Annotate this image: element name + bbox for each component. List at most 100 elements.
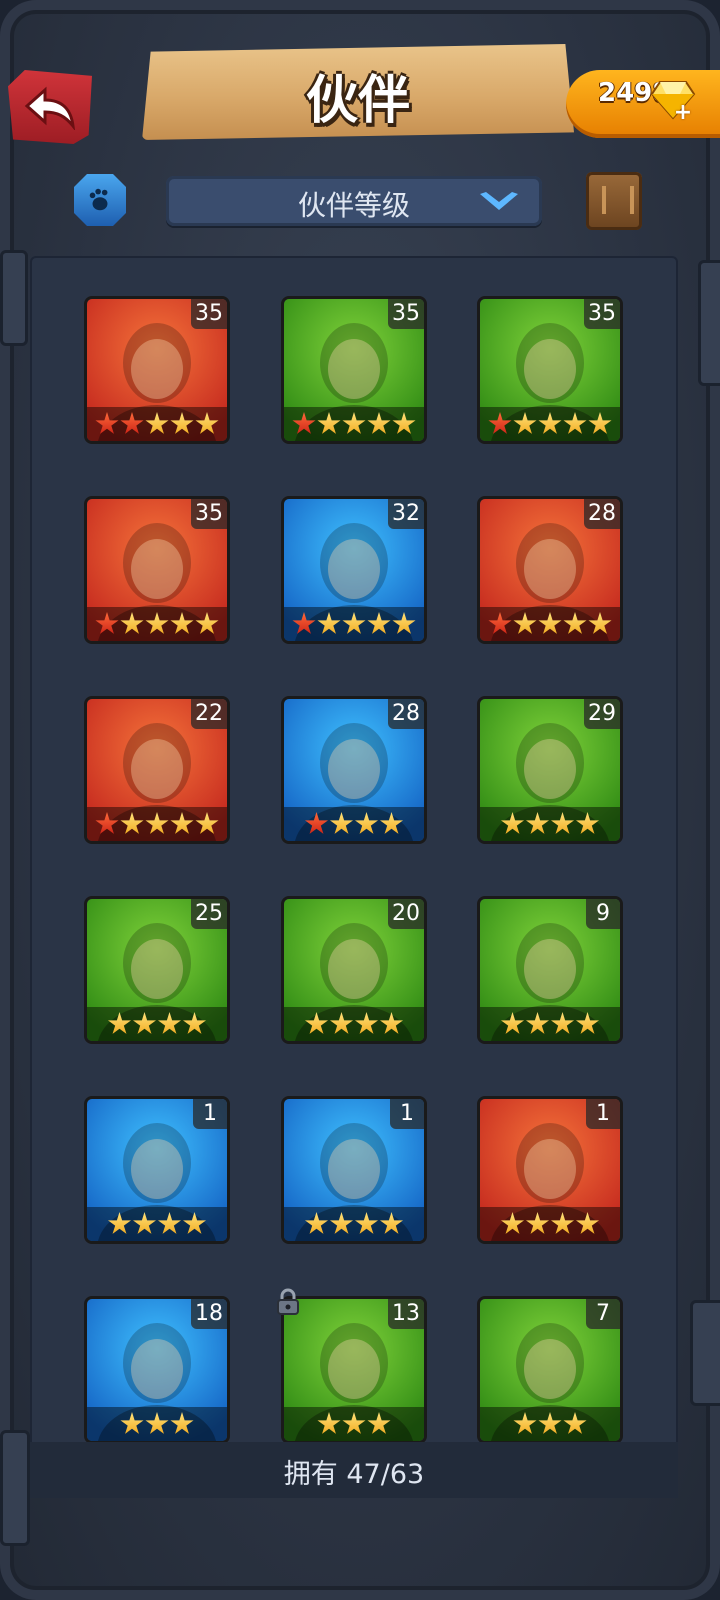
hero-grid-panel: 35 35 35 35 32 28 22 28 29 25 20 9 1 1 1 18 13 7 xyxy=(30,256,678,1498)
paw-icon xyxy=(89,188,108,211)
star-icon xyxy=(367,412,391,434)
hero-level: 9 xyxy=(586,899,620,929)
hero-stars xyxy=(480,1207,620,1241)
hero-level: 22 xyxy=(191,699,227,729)
hero-level: 28 xyxy=(388,699,424,729)
hero-card[interactable]: 35 xyxy=(84,296,230,444)
star-icon xyxy=(145,812,169,834)
hero-level: 35 xyxy=(191,499,227,529)
hero-stars xyxy=(284,1207,424,1241)
hero-card[interactable]: 20 xyxy=(281,896,427,1044)
hero-card[interactable]: 35 xyxy=(84,496,230,644)
hero-card[interactable]: 25 xyxy=(84,896,230,1044)
hero-level: 25 xyxy=(191,899,227,929)
hero-card[interactable]: 9 xyxy=(477,896,623,1044)
hero-card[interactable]: 35 xyxy=(477,296,623,444)
star-icon xyxy=(304,1012,329,1034)
hero-level: 1 xyxy=(586,1099,620,1129)
star-icon xyxy=(329,812,354,834)
star-icon xyxy=(195,612,219,634)
star-icon xyxy=(392,412,416,434)
hero-card[interactable]: 1 xyxy=(84,1096,230,1244)
star-icon xyxy=(95,612,119,634)
hero-level: 28 xyxy=(584,499,620,529)
star-icon xyxy=(157,1012,182,1034)
star-icon xyxy=(329,1212,354,1234)
hero-card[interactable]: 1 xyxy=(477,1096,623,1244)
hero-stars xyxy=(480,1007,620,1041)
star-icon xyxy=(107,1012,132,1034)
hero-level: 35 xyxy=(191,299,227,329)
star-icon xyxy=(120,612,144,634)
star-icon xyxy=(513,1412,537,1434)
star-icon xyxy=(354,1012,379,1034)
hero-level: 20 xyxy=(388,899,424,929)
star-icon xyxy=(513,612,537,634)
hero-level: 7 xyxy=(586,1299,620,1329)
star-icon xyxy=(95,412,119,434)
back-arrow-icon xyxy=(24,86,76,130)
star-icon xyxy=(170,612,194,634)
star-icon xyxy=(538,412,562,434)
hero-card[interactable]: 1 xyxy=(281,1096,427,1244)
star-icon xyxy=(588,612,612,634)
star-icon xyxy=(500,812,525,834)
back-button[interactable] xyxy=(8,70,92,144)
star-icon xyxy=(132,1212,157,1234)
star-icon xyxy=(379,1212,404,1234)
hero-level: 32 xyxy=(388,499,424,529)
owned-count: 拥有 47/63 xyxy=(283,1459,425,1490)
hero-stars xyxy=(87,407,227,441)
hero-card[interactable]: 32 xyxy=(281,496,427,644)
filter-button[interactable] xyxy=(74,174,126,226)
star-icon xyxy=(95,812,119,834)
star-icon xyxy=(550,1012,575,1034)
hero-card[interactable]: 35 xyxy=(281,296,427,444)
star-icon xyxy=(563,412,587,434)
star-icon xyxy=(575,1212,600,1234)
hero-level: 18 xyxy=(191,1299,227,1329)
lock-icon xyxy=(275,1288,301,1316)
footer-bar: 拥有 47/63 xyxy=(30,1442,678,1498)
star-icon xyxy=(588,412,612,434)
star-icon xyxy=(354,812,379,834)
hero-level: 13 xyxy=(388,1299,424,1329)
hero-level: 35 xyxy=(388,299,424,329)
hero-stars xyxy=(480,807,620,841)
hero-card[interactable]: 29 xyxy=(477,696,623,844)
star-icon xyxy=(500,1212,525,1234)
hero-book-button[interactable] xyxy=(586,172,642,230)
hero-level: 29 xyxy=(584,699,620,729)
star-icon xyxy=(525,1012,550,1034)
hero-stars xyxy=(284,607,424,641)
hero-card[interactable]: 13 xyxy=(281,1296,427,1444)
star-icon xyxy=(563,612,587,634)
star-icon xyxy=(292,412,316,434)
hero-stars xyxy=(480,607,620,641)
page-title: 伙伴 xyxy=(305,71,410,131)
hero-card[interactable]: 7 xyxy=(477,1296,623,1444)
hero-level: 1 xyxy=(193,1099,227,1129)
star-icon xyxy=(563,1412,587,1434)
star-icon xyxy=(538,612,562,634)
add-gems-icon[interactable]: + xyxy=(672,102,694,124)
hero-card[interactable]: 18 xyxy=(84,1296,230,1444)
hero-stars xyxy=(284,807,424,841)
star-icon xyxy=(538,1412,562,1434)
star-icon xyxy=(317,1412,341,1434)
hero-stars xyxy=(284,407,424,441)
hero-card[interactable]: 28 xyxy=(281,696,427,844)
star-icon xyxy=(575,1012,600,1034)
hero-card[interactable]: 28 xyxy=(477,496,623,644)
star-icon xyxy=(157,1212,182,1234)
frame-rock xyxy=(0,250,28,346)
star-icon xyxy=(379,812,404,834)
star-icon xyxy=(120,1412,144,1434)
star-icon xyxy=(145,412,169,434)
sort-dropdown[interactable]: 伙伴等级 xyxy=(166,176,542,226)
star-icon xyxy=(304,1212,329,1234)
hero-card[interactable]: 22 xyxy=(84,696,230,844)
star-icon xyxy=(488,612,512,634)
frame-rock xyxy=(0,1430,30,1546)
star-icon xyxy=(575,812,600,834)
